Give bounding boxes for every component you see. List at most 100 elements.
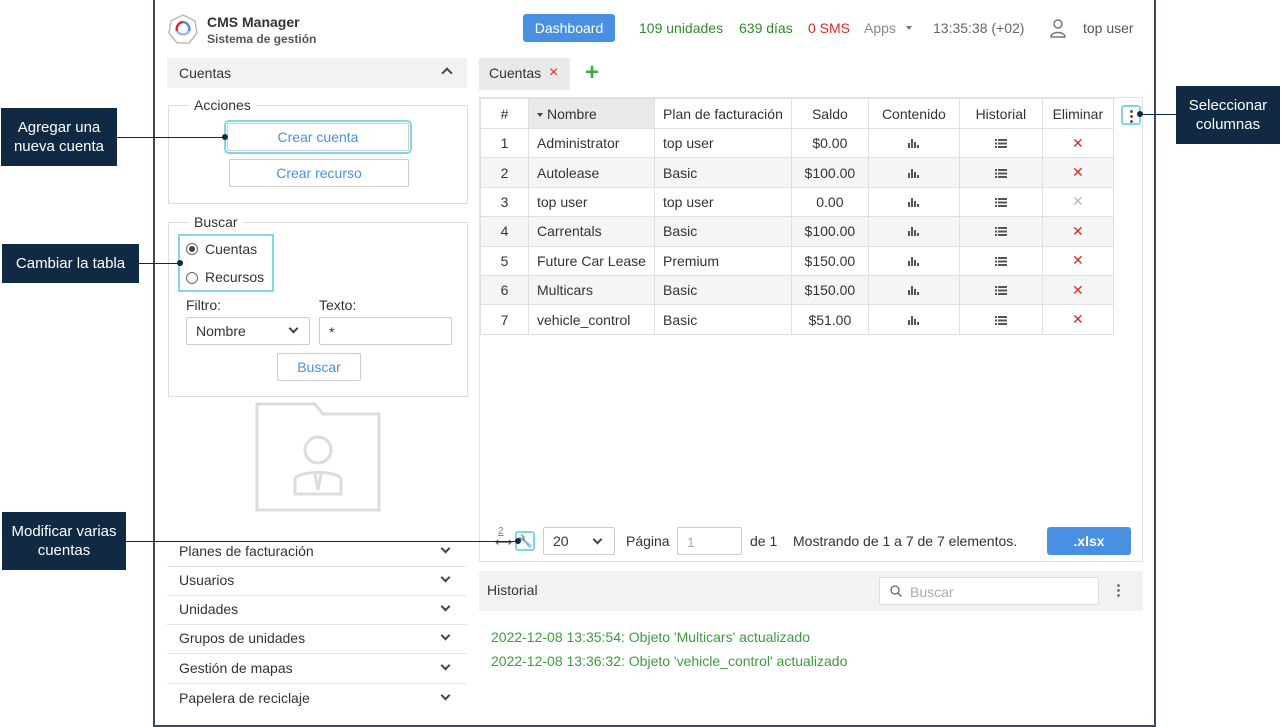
content-cell[interactable]: [867, 157, 960, 188]
col-num-header[interactable]: #: [480, 98, 529, 129]
radio-accounts[interactable]: [186, 243, 198, 255]
accordion-units[interactable]: Unidades: [167, 596, 467, 625]
bar-chart-icon[interactable]: [908, 315, 920, 325]
delete-icon[interactable]: ✕: [1072, 164, 1084, 180]
user-icon[interactable]: [1049, 18, 1067, 38]
kebab-menu-icon[interactable]: [1117, 583, 1120, 597]
radio-resources-label[interactable]: Recursos: [205, 269, 264, 285]
history-cell[interactable]: [958, 127, 1043, 159]
account-name[interactable]: top user: [528, 186, 655, 218]
table-row[interactable]: 3 top user top user 0.00 ✕: [480, 186, 1114, 218]
col-delete-header[interactable]: Eliminar: [1041, 98, 1114, 129]
bar-chart-icon[interactable]: [908, 197, 920, 207]
delete-icon[interactable]: ✕: [1072, 135, 1084, 151]
account-name[interactable]: Carrentals: [528, 216, 655, 247]
chevron-up-icon[interactable]: [441, 67, 453, 79]
content-cell[interactable]: [867, 127, 960, 159]
list-icon[interactable]: [994, 227, 1007, 237]
delete-icon[interactable]: ✕: [1072, 252, 1084, 268]
history-cell[interactable]: [958, 245, 1043, 276]
delete-cell[interactable]: ✕: [1041, 127, 1114, 159]
bar-chart-icon[interactable]: [908, 286, 920, 296]
account-name[interactable]: Multicars: [528, 274, 655, 306]
accordion-billing-plans[interactable]: Planes de facturación: [167, 538, 467, 567]
delete-icon[interactable]: ✕: [1072, 282, 1084, 298]
table-row[interactable]: 6 Multicars Basic $150.00 ✕: [480, 274, 1114, 306]
content-cell[interactable]: [867, 304, 960, 335]
create-account-button[interactable]: Crear cuenta: [224, 120, 412, 154]
content-cell[interactable]: [867, 245, 960, 276]
apps-menu[interactable]: Apps: [864, 20, 896, 36]
user-name[interactable]: top user: [1083, 20, 1134, 36]
text-label: Texto:: [319, 297, 357, 313]
history-search-input[interactable]: Buscar: [879, 577, 1099, 605]
delete-icon[interactable]: ✕: [1072, 223, 1084, 239]
page-number-input[interactable]: 1: [677, 527, 742, 555]
delete-cell[interactable]: ✕: [1041, 216, 1114, 247]
content-cell[interactable]: [867, 216, 960, 247]
delete-cell[interactable]: ✕: [1041, 157, 1114, 188]
col-plan-header[interactable]: Plan de facturación: [654, 98, 792, 129]
history-cell[interactable]: [958, 186, 1043, 218]
history-cell[interactable]: [958, 216, 1043, 247]
list-icon[interactable]: [994, 197, 1007, 207]
resize-arrows-icon: ⟷: [495, 535, 513, 549]
caret-down-icon[interactable]: [906, 26, 912, 30]
accounts-section-header[interactable]: Cuentas: [167, 58, 467, 88]
bar-chart-icon[interactable]: [908, 168, 920, 178]
history-cell[interactable]: [958, 157, 1043, 188]
row-number: 1: [480, 127, 529, 159]
close-tab-icon[interactable]: ×: [549, 64, 558, 82]
add-tab-icon[interactable]: +: [585, 59, 599, 87]
table-row[interactable]: 7 vehicle_control Basic $51.00 ✕: [480, 304, 1114, 335]
table-row[interactable]: 5 Future Car Lease Premium $150.00 ✕: [480, 245, 1114, 276]
search-text-input[interactable]: *: [319, 317, 452, 345]
list-icon[interactable]: [994, 286, 1007, 296]
radio-resources[interactable]: [186, 272, 198, 284]
callout-leader: [126, 541, 519, 542]
history-cell[interactable]: [958, 274, 1043, 306]
table-row[interactable]: 4 Carrentals Basic $100.00 ✕: [480, 216, 1114, 247]
list-icon[interactable]: [994, 256, 1007, 266]
radio-accounts-label[interactable]: Cuentas: [205, 241, 257, 257]
table-row[interactable]: 2 Autolease Basic $100.00 ✕: [480, 157, 1114, 188]
delete-icon[interactable]: ✕: [1072, 311, 1084, 327]
bar-chart-icon[interactable]: [908, 227, 920, 237]
col-balance-header[interactable]: Saldo: [790, 98, 869, 129]
account-name[interactable]: Autolease: [528, 157, 655, 188]
account-balance: $51.00: [790, 304, 869, 335]
dashboard-button[interactable]: Dashboard: [523, 14, 615, 42]
list-icon[interactable]: [994, 315, 1007, 325]
bar-chart-icon[interactable]: [908, 139, 920, 149]
account-name[interactable]: vehicle_control: [528, 304, 655, 335]
delete-cell[interactable]: ✕: [1041, 304, 1114, 335]
page-size-select[interactable]: 20: [543, 527, 615, 555]
filter-select[interactable]: Nombre: [186, 317, 310, 345]
delete-cell[interactable]: ✕: [1041, 245, 1114, 276]
account-name[interactable]: Future Car Lease: [528, 245, 655, 276]
list-icon[interactable]: [994, 139, 1007, 149]
export-xlsx-button[interactable]: .xlsx: [1047, 527, 1131, 555]
showing-summary: Mostrando de 1 a 7 de 7 elementos.: [793, 533, 1018, 549]
col-name-header[interactable]: Nombre: [528, 98, 655, 129]
account-name[interactable]: Administrator: [528, 127, 655, 159]
create-resource-button[interactable]: Crear recurso: [229, 159, 409, 187]
bar-chart-icon[interactable]: [908, 256, 920, 266]
content-cell[interactable]: [867, 186, 960, 218]
accordion-unit-groups[interactable]: Grupos de unidades: [167, 625, 467, 654]
history-cell[interactable]: [958, 304, 1043, 335]
delete-cell[interactable]: ✕: [1041, 274, 1114, 306]
page-total: de 1: [750, 533, 778, 549]
accordion-map-management[interactable]: Gestión de mapas: [167, 655, 467, 684]
account-balance: $0.00: [790, 127, 869, 159]
list-icon[interactable]: [994, 168, 1007, 178]
content-cell[interactable]: [867, 274, 960, 306]
col-content-header[interactable]: Contenido: [867, 98, 960, 129]
table-row[interactable]: 1 Administrator top user $0.00 ✕: [480, 127, 1114, 159]
billing-plan: Basic: [654, 304, 792, 335]
accordion-recycle-bin[interactable]: Papelera de reciclaje: [167, 685, 467, 714]
col-history-header[interactable]: Historial: [958, 98, 1043, 129]
tab-accounts[interactable]: Cuentas ×: [479, 58, 570, 90]
accordion-users[interactable]: Usuarios: [167, 567, 467, 596]
search-button[interactable]: Buscar: [277, 353, 361, 381]
